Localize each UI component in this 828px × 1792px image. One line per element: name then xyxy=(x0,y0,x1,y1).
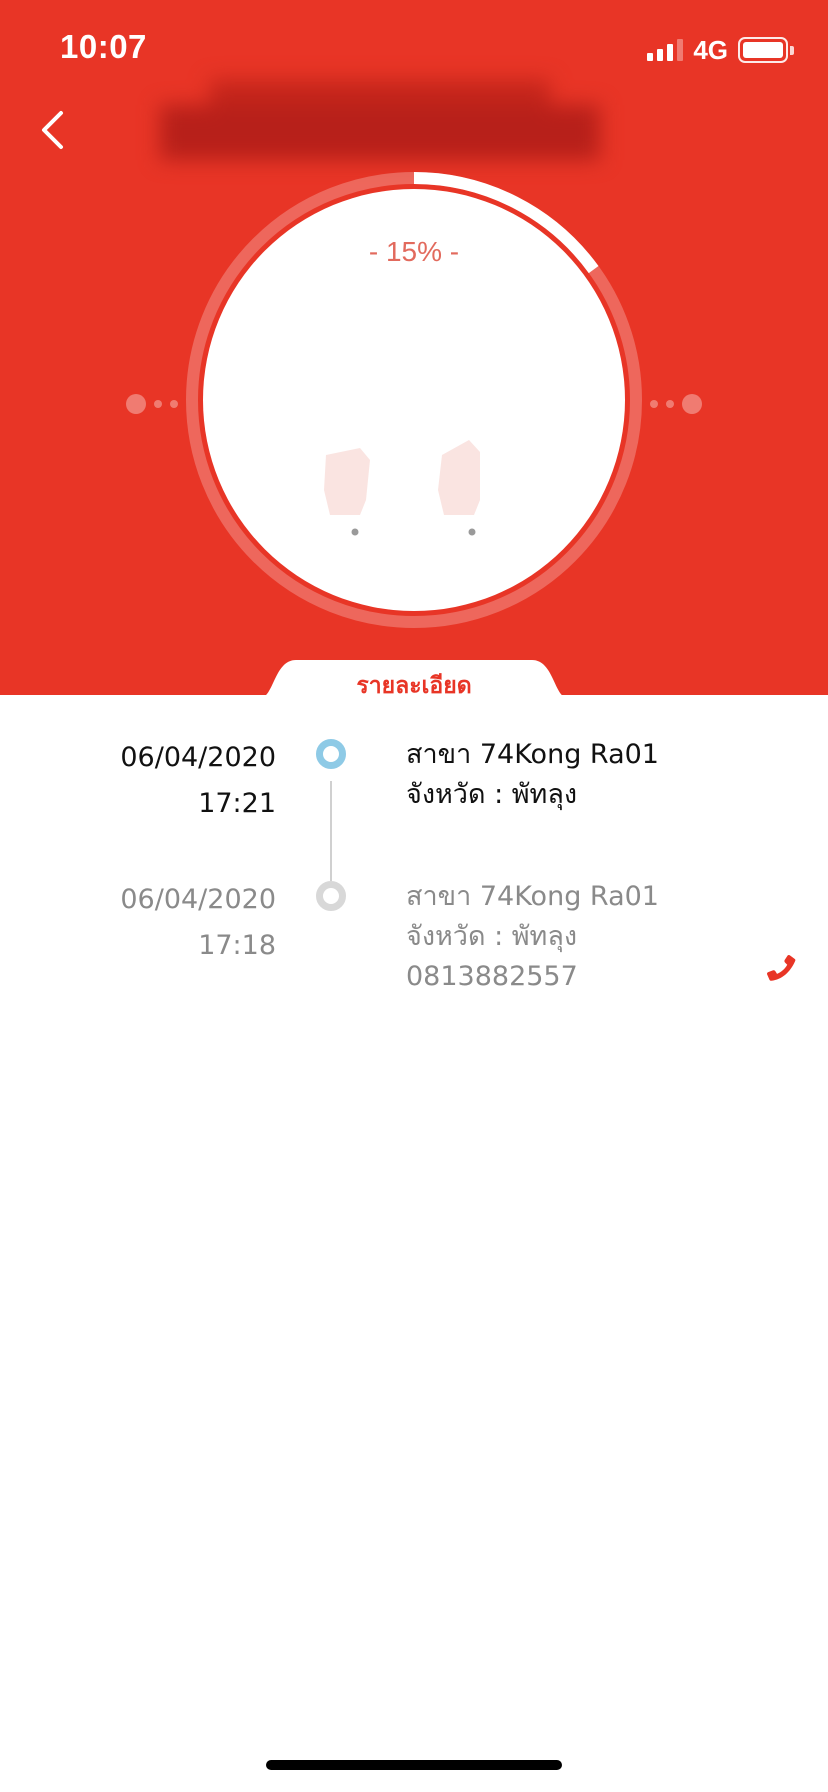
status-time: 10:07 xyxy=(60,28,147,65)
timeline-node-active xyxy=(316,739,346,769)
redacted-title xyxy=(160,80,620,170)
timeline-connector xyxy=(330,781,332,881)
chevron-left-icon xyxy=(42,111,63,149)
timeline-date: 06/04/2020 xyxy=(120,742,276,773)
carousel-dot xyxy=(468,528,476,536)
home-indicator[interactable] xyxy=(266,1760,562,1770)
carousel-dots-left xyxy=(126,394,178,414)
tab-details[interactable]: รายละเอียด xyxy=(260,658,568,699)
progress-circle: - 15% - xyxy=(184,170,644,630)
timeline-date: 06/04/2020 xyxy=(120,884,276,915)
carousel-dot xyxy=(351,528,359,536)
battery-icon xyxy=(738,37,788,63)
signal-icon xyxy=(647,39,684,61)
phone-icon xyxy=(767,955,796,981)
timeline-branch: สาขา 74Kong Ra01 xyxy=(406,881,659,912)
call-button[interactable] xyxy=(758,948,802,992)
timeline-time: 17:18 xyxy=(198,930,276,961)
carousel-dots-right xyxy=(650,394,702,414)
timeline-phone: 0813882557 xyxy=(406,961,578,992)
status-indicators: 4G xyxy=(647,34,794,65)
timeline-node xyxy=(316,881,346,911)
network-type: 4G xyxy=(693,34,728,65)
tab-details-label: รายละเอียด xyxy=(356,673,472,699)
timeline-province: จังหวัด : พัทลุง xyxy=(406,921,578,952)
progress-label: - 15% - xyxy=(369,236,459,267)
timeline-province: จังหวัด : พัทลุง xyxy=(406,779,578,810)
back-button[interactable] xyxy=(28,100,76,160)
timeline-time: 17:21 xyxy=(198,788,276,819)
timeline-branch: สาขา 74Kong Ra01 xyxy=(406,739,659,770)
header-background: 10:07 4G - 15% - xyxy=(0,0,828,695)
